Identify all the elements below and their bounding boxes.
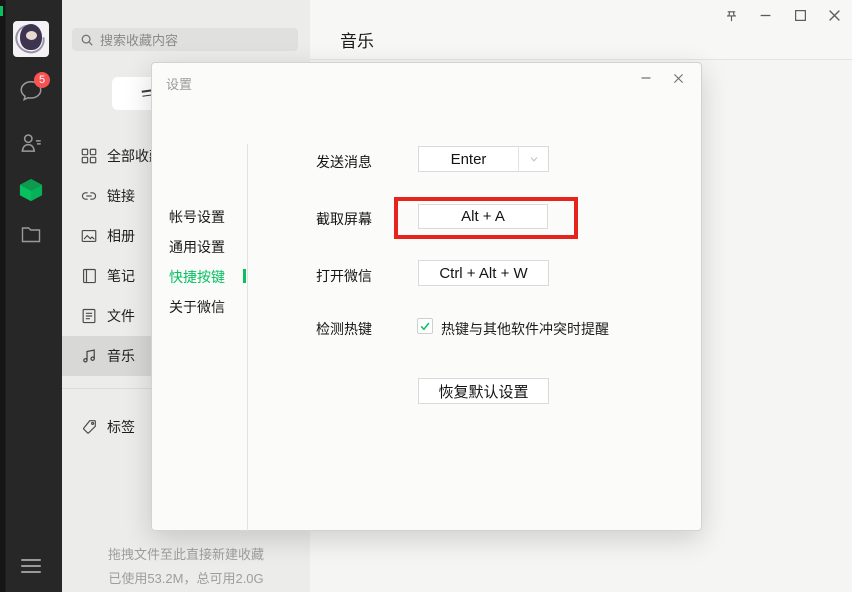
close-window-button[interactable] bbox=[823, 5, 845, 25]
settings-menu-general[interactable]: 通用设置 bbox=[152, 232, 247, 262]
pin-icon bbox=[724, 8, 739, 23]
notes-icon bbox=[80, 267, 98, 285]
settings-dialog: 设置 帐号设置 通用设置 快捷按键 关于微信 发送消息 Enter bbox=[151, 62, 702, 531]
dialog-close-button[interactable] bbox=[668, 69, 688, 87]
drop-hint-text: 拖拽文件至此直接新建收藏 bbox=[62, 544, 310, 563]
contacts-icon bbox=[17, 130, 45, 156]
settings-menu-account[interactable]: 帐号设置 bbox=[152, 202, 247, 232]
avatar[interactable] bbox=[13, 21, 49, 57]
search-icon bbox=[80, 33, 94, 47]
minimize-window-button[interactable] bbox=[754, 5, 776, 25]
link-icon bbox=[80, 187, 98, 205]
background-window-sliver bbox=[0, 6, 3, 16]
contacts-button[interactable] bbox=[0, 130, 62, 156]
check-icon bbox=[419, 320, 431, 332]
minimize-icon bbox=[759, 9, 772, 22]
close-icon bbox=[673, 73, 684, 84]
active-menu-indicator bbox=[243, 269, 246, 283]
chats-button[interactable]: 5 bbox=[0, 78, 62, 104]
maximize-window-button[interactable] bbox=[789, 5, 811, 25]
dialog-minimize-button[interactable] bbox=[636, 69, 656, 87]
more-menu-button[interactable] bbox=[21, 555, 41, 577]
open-wechat-shortcut-button[interactable]: Ctrl + Alt + W bbox=[418, 260, 549, 286]
dialog-title: 设置 bbox=[166, 74, 192, 93]
nav-rail: 5 bbox=[0, 0, 62, 592]
hotkey-conflict-label[interactable]: 热键与其他软件冲突时提醒 bbox=[441, 319, 609, 339]
search-placeholder: 搜索收藏内容 bbox=[100, 30, 178, 49]
detect-hotkey-label: 检测热键 bbox=[316, 319, 372, 339]
unread-badge: 5 bbox=[34, 72, 50, 88]
minimize-icon bbox=[640, 72, 652, 84]
tag-icon bbox=[80, 418, 98, 436]
album-icon bbox=[80, 227, 98, 245]
files-button[interactable] bbox=[0, 222, 62, 246]
sidebar-item-label: 文件 bbox=[107, 306, 135, 326]
sidebar-item-label: 标签 bbox=[107, 417, 135, 437]
sidebar-item-label: 音乐 bbox=[107, 346, 135, 366]
send-message-label: 发送消息 bbox=[316, 152, 372, 172]
send-message-value: Enter bbox=[419, 147, 518, 171]
sidebar-item-label: 相册 bbox=[107, 226, 135, 246]
maximize-icon bbox=[794, 9, 807, 22]
settings-menu-shortcuts[interactable]: 快捷按键 bbox=[152, 262, 247, 292]
select-arrow[interactable] bbox=[518, 147, 548, 171]
page-title: 音乐 bbox=[340, 27, 374, 52]
music-icon bbox=[80, 347, 98, 365]
favorites-cube-icon bbox=[16, 176, 46, 204]
open-wechat-label: 打开微信 bbox=[316, 266, 372, 286]
grid-icon bbox=[80, 147, 98, 165]
storage-info-text: 已使用53.2M，总可用2.0G bbox=[62, 568, 310, 587]
favorites-button[interactable] bbox=[0, 176, 62, 204]
settings-menu-about[interactable]: 关于微信 bbox=[152, 292, 247, 322]
wechat-window: 5 bbox=[0, 0, 852, 592]
send-message-select[interactable]: Enter bbox=[418, 146, 549, 172]
pin-window-button[interactable] bbox=[720, 5, 742, 25]
sidebar-item-label: 链接 bbox=[107, 186, 135, 206]
menu-divider bbox=[247, 144, 248, 531]
hotkey-conflict-checkbox[interactable] bbox=[417, 318, 433, 334]
search-input[interactable]: 搜索收藏内容 bbox=[72, 28, 298, 51]
chevron-down-icon bbox=[528, 153, 540, 165]
folder-icon bbox=[18, 222, 44, 246]
close-icon bbox=[828, 9, 841, 22]
sidebar-item-label: 笔记 bbox=[107, 266, 135, 286]
capture-screen-label: 截取屏幕 bbox=[316, 209, 372, 229]
file-icon bbox=[80, 307, 98, 325]
capture-screen-shortcut-button[interactable]: Alt + A bbox=[418, 204, 548, 229]
restore-default-button[interactable]: 恢复默认设置 bbox=[418, 378, 549, 404]
